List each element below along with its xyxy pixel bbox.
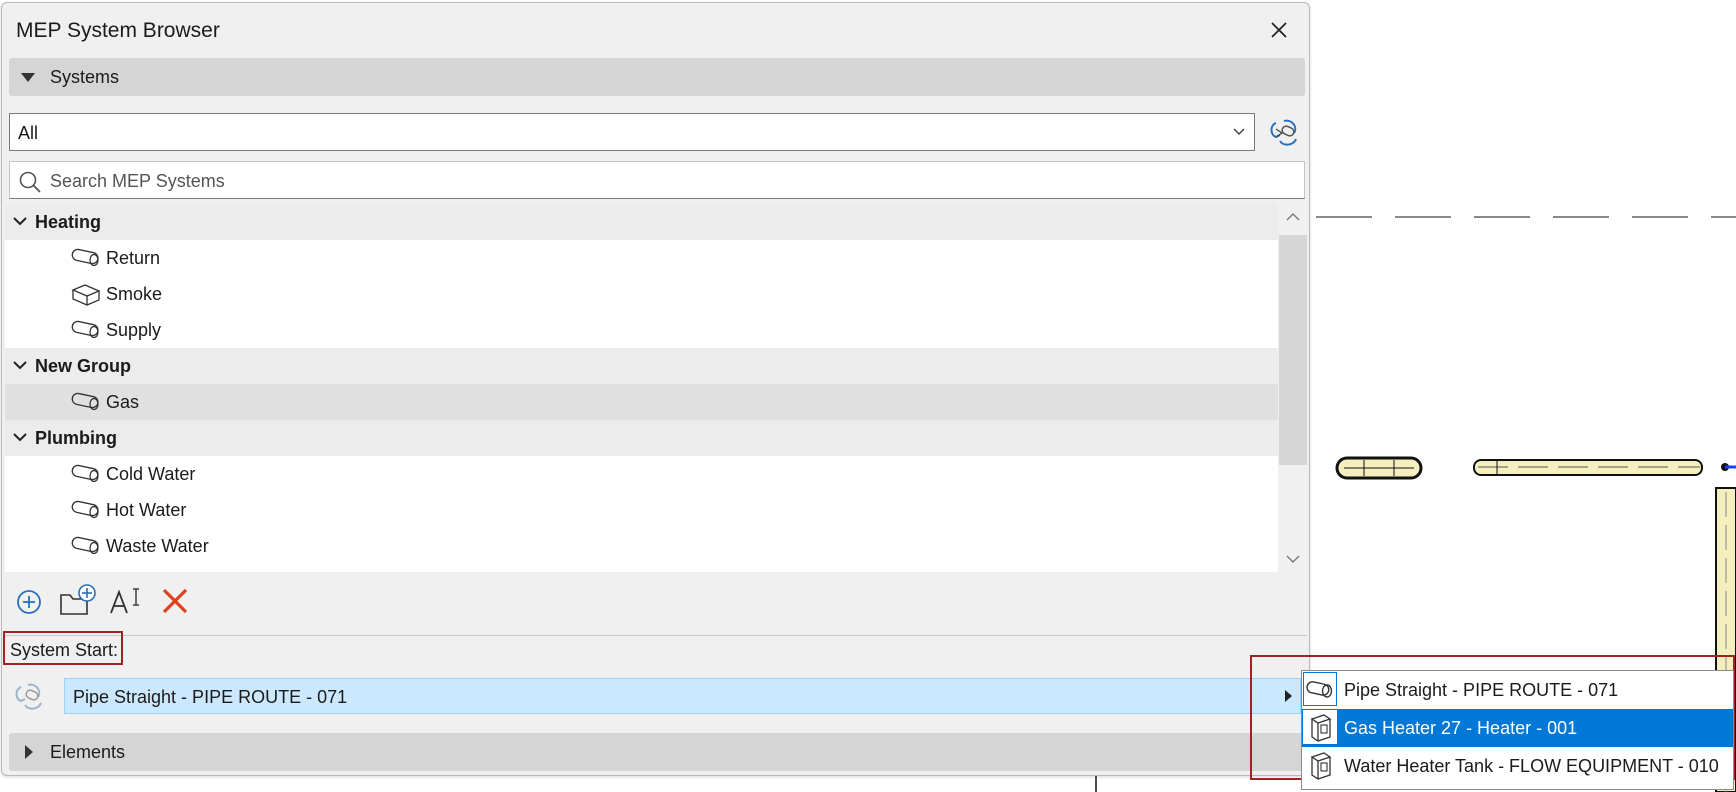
tree-item-label: Smoke xyxy=(106,284,163,304)
tree-group-label: Plumbing xyxy=(35,428,117,448)
tree-item-label: Waste Water xyxy=(106,536,209,556)
menu-item-label: Gas Heater 27 - Heater - 001 xyxy=(1344,718,1578,738)
tree-item-label: Cold Water xyxy=(106,464,196,484)
pipe-system-icon xyxy=(71,464,99,483)
rename-button[interactable] xyxy=(109,583,145,619)
systems-section-label: Systems xyxy=(50,67,120,87)
chevron-down-icon xyxy=(13,361,27,370)
menu-item-label: Pipe Straight - PIPE ROUTE - 071 xyxy=(1344,680,1619,700)
rename-icon xyxy=(110,588,139,614)
system-start-select[interactable]: Pipe Straight - PIPE ROUTE - 071 xyxy=(64,678,1301,714)
pipe-icon xyxy=(1303,672,1337,706)
menu-item-gas-heater[interactable]: Gas Heater 27 - Heater - 001 xyxy=(1302,709,1733,747)
close-icon xyxy=(1271,22,1287,38)
add-system-icon xyxy=(17,590,41,614)
tree-group-new-group[interactable]: New Group xyxy=(5,348,1278,384)
system-filter-select[interactable]: All xyxy=(9,113,1255,151)
mep-system-icon xyxy=(1270,119,1297,146)
add-group-button[interactable] xyxy=(59,583,96,619)
equipment-icon xyxy=(1303,748,1337,782)
divider xyxy=(5,635,1307,636)
add-group-icon xyxy=(60,584,96,615)
pipe-system-icon xyxy=(71,536,99,555)
tree-item-label: Gas xyxy=(106,392,140,412)
system-start-value: Pipe Straight - PIPE ROUTE - 071 xyxy=(73,687,348,707)
systems-section-header[interactable]: Systems xyxy=(9,58,1305,96)
chevron-down-icon[interactable] xyxy=(1285,554,1301,564)
system-settings-button[interactable] xyxy=(1266,115,1302,151)
elements-section-label: Elements xyxy=(50,742,126,762)
close-button[interactable] xyxy=(1264,15,1294,45)
chevron-down-icon xyxy=(1233,128,1245,136)
chevron-down-icon xyxy=(13,433,27,442)
tree-item-return[interactable]: Return xyxy=(5,240,1278,276)
pipe-system-icon xyxy=(71,500,99,519)
tree-item-label: Supply xyxy=(106,320,162,340)
tree-item-smoke[interactable]: Smoke xyxy=(5,276,1278,312)
tree-group-label: New Group xyxy=(35,356,132,376)
chevron-down-icon xyxy=(13,217,27,226)
chevron-up-icon[interactable] xyxy=(1285,212,1301,222)
pipe-system-icon xyxy=(71,392,99,411)
search-icon xyxy=(19,171,41,193)
pipe-system-icon xyxy=(71,248,99,267)
triangle-down-icon xyxy=(21,73,35,82)
scrollbar-thumb[interactable] xyxy=(1279,235,1307,465)
elements-section-header[interactable]: Elements xyxy=(9,733,1305,771)
tree-group-heating[interactable]: Heating xyxy=(5,204,1278,240)
tree-scrollbar[interactable] xyxy=(1278,204,1308,572)
systems-tree: Heating Return Smoke Supply New Group Ga… xyxy=(5,204,1278,572)
delete-button[interactable] xyxy=(157,583,193,619)
dialog-title: MEP System Browser xyxy=(16,19,220,42)
menu-item-water-heater-tank[interactable]: Water Heater Tank - FLOW EQUIPMENT - 010 xyxy=(1302,747,1733,785)
pipe-segment-long xyxy=(1473,459,1703,476)
triangle-right-icon xyxy=(25,745,33,759)
tree-item-waste-water[interactable]: Waste Water xyxy=(5,528,1278,564)
tree-item-gas[interactable]: Gas xyxy=(5,384,1278,420)
tree-group-plumbing[interactable]: Plumbing xyxy=(5,420,1278,456)
tree-item-cold-water[interactable]: Cold Water xyxy=(5,456,1278,492)
search-field[interactable] xyxy=(9,161,1305,199)
system-start-options-menu: Pipe Straight - PIPE ROUTE - 071 Gas Hea… xyxy=(1301,670,1734,790)
mep-system-browser-dialog: MEP System Browser Systems All Search ME… xyxy=(1,2,1310,776)
pipe-system-icon xyxy=(71,320,99,339)
menu-item-label: Water Heater Tank - FLOW EQUIPMENT - 010 xyxy=(1344,756,1719,776)
tree-item-supply[interactable]: Supply xyxy=(5,312,1278,348)
search-input[interactable] xyxy=(48,167,1252,195)
tree-item-label: Hot Water xyxy=(106,500,187,520)
tree-item-hot-water[interactable]: Hot Water xyxy=(5,492,1278,528)
duct-system-icon xyxy=(71,284,101,306)
add-system-button[interactable] xyxy=(12,583,48,619)
delete-icon xyxy=(162,588,188,614)
system-start-icon xyxy=(15,683,42,710)
system-start-label: System Start: xyxy=(3,631,123,665)
equipment-icon xyxy=(1303,710,1337,744)
menu-item-pipe-straight[interactable]: Pipe Straight - PIPE ROUTE - 071 xyxy=(1302,671,1733,709)
tree-item-label: Return xyxy=(106,248,161,268)
tree-group-label: Heating xyxy=(35,212,102,232)
system-filter-value: All xyxy=(18,123,39,143)
pipe-connector xyxy=(1721,463,1736,471)
pipe-segment-short xyxy=(1335,456,1423,480)
